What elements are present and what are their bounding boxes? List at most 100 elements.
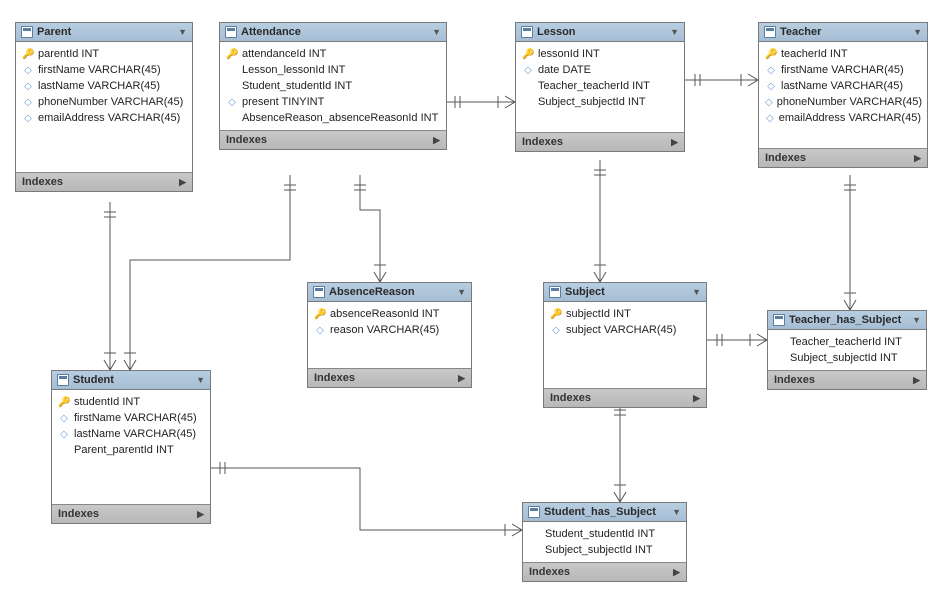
column-row[interactable]: ◇Student_studentId INT: [226, 78, 440, 94]
column-row[interactable]: ◇emailAddress VARCHAR(45): [22, 110, 186, 126]
column-row[interactable]: ◇lastName VARCHAR(45): [765, 78, 921, 94]
table-lesson[interactable]: Lesson▼ 🔑lessonId INT ◇date DATE ◇Teache…: [515, 22, 685, 152]
indexes-footer[interactable]: Indexes▶: [523, 562, 686, 581]
column-row[interactable]: ◇present TINYINT: [226, 94, 440, 110]
column-row[interactable]: 🔑absenceReasonId INT: [314, 306, 465, 322]
table-title: Lesson: [537, 26, 576, 38]
column-row[interactable]: 🔑studentId INT: [58, 394, 204, 410]
diamond-icon: ◇: [22, 81, 34, 92]
column-row[interactable]: ◇AbsenceReason_absenceReasonId INT: [226, 110, 440, 126]
column-text: lastName VARCHAR(45): [74, 428, 196, 440]
column-row[interactable]: ◇ phoneNumber VARCHAR(45): [22, 94, 186, 110]
chevron-down-icon: ▼: [432, 27, 441, 37]
blank-icon: ◇: [774, 337, 786, 348]
column-row[interactable]: ◇Subject_subjectId INT: [529, 542, 680, 558]
diamond-icon: ◇: [314, 325, 326, 336]
column-row[interactable]: ◇firstName VARCHAR(45): [58, 410, 204, 426]
column-row[interactable]: ◇emailAddress VARCHAR(45): [765, 110, 921, 126]
columns: 🔑studentId INT ◇firstName VARCHAR(45) ◇l…: [52, 390, 210, 462]
table-title: Student_has_Subject: [544, 506, 656, 518]
diamond-icon: ◇: [765, 113, 775, 124]
key-icon: 🔑: [765, 49, 777, 60]
column-row[interactable]: ◇firstName VARCHAR(45): [765, 62, 921, 78]
column-row[interactable]: ◇ reason VARCHAR(45): [314, 322, 465, 338]
column-row[interactable]: ◇lastName VARCHAR(45): [58, 426, 204, 442]
column-text: parentId INT: [38, 48, 99, 60]
indexes-footer[interactable]: Indexes▶: [16, 172, 192, 191]
indexes-label: Indexes: [314, 372, 355, 384]
chevron-right-icon: ▶: [693, 393, 700, 404]
indexes-footer[interactable]: Indexes▶: [759, 148, 927, 167]
indexes-footer[interactable]: Indexes▶: [516, 132, 684, 151]
diamond-icon: ◇: [765, 97, 773, 108]
columns: 🔑attendanceId INT ◇ Lesson_lessonId INT ◇…: [220, 42, 446, 130]
columns: 🔑 parentId INT ◇firstName VARCHAR(45) ◇la…: [16, 42, 192, 130]
column-row[interactable]: ◇firstName VARCHAR(45): [22, 62, 186, 78]
column-row[interactable]: ◇Subject_subjectId INT: [774, 350, 920, 366]
column-text: Subject_subjectId INT: [538, 96, 646, 108]
table-header[interactable]: Lesson▼: [516, 23, 684, 42]
column-row[interactable]: ◇Parent_parentId INT: [58, 442, 204, 458]
column-row[interactable]: 🔑teacherId INT: [765, 46, 921, 62]
table-attendance[interactable]: Attendance▼ 🔑attendanceId INT ◇ Lesson_le…: [219, 22, 447, 150]
indexes-footer[interactable]: Indexes▶: [52, 504, 210, 523]
column-row[interactable]: ◇date DATE: [522, 62, 678, 78]
column-text: Student_studentId INT: [545, 528, 655, 540]
indexes-footer[interactable]: Indexes▶: [544, 388, 706, 407]
blank-icon: ◇: [58, 445, 70, 456]
column-text: date DATE: [538, 64, 591, 76]
indexes-footer[interactable]: Indexes▶: [220, 130, 446, 149]
column-row[interactable]: ◇Subject_subjectId INT: [522, 94, 678, 110]
column-row[interactable]: ◇subject VARCHAR(45): [550, 322, 700, 338]
column-row[interactable]: ◇ Lesson_lessonId INT: [226, 62, 440, 78]
indexes-label: Indexes: [529, 566, 570, 578]
indexes-footer[interactable]: Indexes▶: [308, 368, 471, 387]
table-title: AbsenceReason: [329, 286, 415, 298]
blank-icon: ◇: [226, 65, 238, 76]
column-row[interactable]: 🔑attendanceId INT: [226, 46, 440, 62]
column-text: emailAddress VARCHAR(45): [38, 112, 180, 124]
table-icon: [225, 26, 237, 38]
column-row[interactable]: 🔑 parentId INT: [22, 46, 186, 62]
column-row[interactable]: ◇Student_studentId INT: [529, 526, 680, 542]
table-title: Teacher_has_Subject: [789, 314, 901, 326]
table-parent[interactable]: Parent▼ 🔑 parentId INT ◇firstName VARCHAR…: [15, 22, 193, 192]
column-text: Teacher_teacherId INT: [790, 336, 902, 348]
table-header[interactable]: Subject▼: [544, 283, 706, 302]
column-text: absenceReasonId INT: [330, 308, 439, 320]
column-text: reason VARCHAR(45): [330, 324, 439, 336]
chevron-right-icon: ▶: [913, 375, 920, 386]
table-header[interactable]: Attendance▼: [220, 23, 446, 42]
table-student[interactable]: Student▼ 🔑studentId INT ◇firstName VARCH…: [51, 370, 211, 524]
column-row[interactable]: ◇Teacher_teacherId INT: [522, 78, 678, 94]
diamond-icon: ◇: [22, 97, 34, 108]
blank-icon: ◇: [774, 353, 786, 364]
table-title: Teacher: [780, 26, 821, 38]
column-text: Lesson_lessonId INT: [242, 64, 345, 76]
table-icon: [21, 26, 33, 38]
table-subject[interactable]: Subject▼ 🔑subjectId INT ◇subject VARCHAR…: [543, 282, 707, 408]
diamond-icon: ◇: [765, 65, 777, 76]
key-icon: 🔑: [550, 309, 562, 320]
table-header[interactable]: Teacher_has_Subject▼: [768, 311, 926, 330]
table-student-has-subject[interactable]: Student_has_Subject▼ ◇Student_studentId …: [522, 502, 687, 582]
table-header[interactable]: Teacher▼: [759, 23, 927, 42]
column-text: phoneNumber VARCHAR(45): [38, 96, 183, 108]
key-icon: 🔑: [22, 49, 34, 60]
column-row[interactable]: ◇phoneNumber VARCHAR(45): [765, 94, 921, 110]
column-row[interactable]: ◇lastName VARCHAR(45): [22, 78, 186, 94]
column-row[interactable]: 🔑lessonId INT: [522, 46, 678, 62]
table-absence-reason[interactable]: AbsenceReason▼ 🔑absenceReasonId INT ◇ rea…: [307, 282, 472, 388]
table-teacher-has-subject[interactable]: Teacher_has_Subject▼ ◇ Teacher_teacherId …: [767, 310, 927, 390]
table-header[interactable]: Parent▼: [16, 23, 192, 42]
table-header[interactable]: Student_has_Subject▼: [523, 503, 686, 522]
column-row[interactable]: ◇ Teacher_teacherId INT: [774, 334, 920, 350]
column-row[interactable]: 🔑subjectId INT: [550, 306, 700, 322]
table-header[interactable]: Student▼: [52, 371, 210, 390]
table-title: Subject: [565, 286, 605, 298]
column-text: present TINYINT: [242, 96, 324, 108]
table-teacher[interactable]: Teacher▼ 🔑teacherId INT ◇firstName VARCH…: [758, 22, 928, 168]
table-header[interactable]: AbsenceReason▼: [308, 283, 471, 302]
column-text: lessonId INT: [538, 48, 600, 60]
indexes-footer[interactable]: Indexes▶: [768, 370, 926, 389]
